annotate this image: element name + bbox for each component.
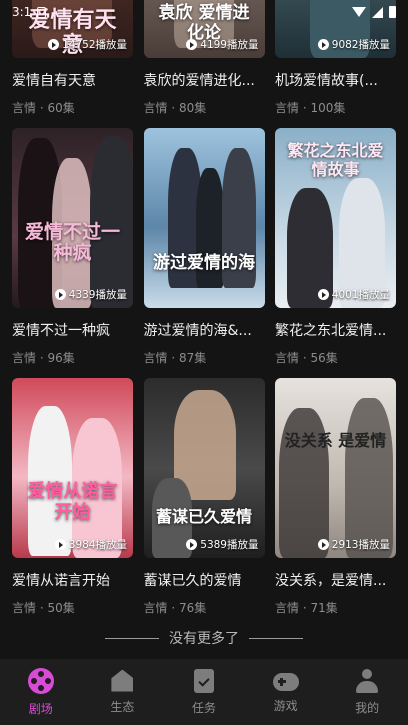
drama-title[interactable]: 机场爱情故事(... [275, 70, 396, 90]
wifi-icon [352, 7, 366, 17]
poster-title: 爱情从诺言开始 [27, 481, 118, 524]
play-count: 9082播放量 [331, 39, 390, 51]
clipboard-check-icon [193, 668, 214, 693]
drama-row: 爱情不过一种疯 4339播放量 爱情不过一种疯 言情 · 96集 游过爱情的海 … [12, 128, 396, 366]
play-icon [186, 39, 198, 50]
drama-title[interactable]: 没关系，是爱情... [275, 570, 396, 590]
divider-line [249, 637, 303, 639]
drama-meta: 言情 · 100集 [275, 101, 346, 115]
play-count-badge: 4199播放量 [186, 37, 259, 52]
drama-title[interactable]: 袁欣的爱情进化... [144, 70, 265, 90]
play-count: 3984播放量 [68, 539, 127, 551]
drama-meta: 言情 · 71集 [275, 601, 338, 615]
play-icon [317, 539, 329, 550]
drama-card[interactable]: 爱情从诺言开始 3984播放量 爱情从诺言开始 言情 · 50集 [12, 378, 133, 616]
drama-title[interactable]: 爱情不过一种疯 [12, 320, 133, 340]
drama-title[interactable]: 繁花之东北爱情... [275, 320, 396, 340]
gamepad-icon [272, 673, 299, 691]
drama-card[interactable]: 爱情不过一种疯 4339播放量 爱情不过一种疯 言情 · 96集 [12, 128, 133, 366]
play-count-badge: 14752播放量 [48, 37, 127, 52]
play-icon [317, 39, 329, 50]
drama-poster[interactable]: 蓄谋已久爱情 5389播放量 [143, 378, 265, 558]
play-icon [186, 539, 198, 550]
tab-mine[interactable]: 我的 [326, 659, 408, 725]
signal-icon [372, 6, 383, 18]
play-icon [317, 289, 329, 300]
divider-line [105, 637, 159, 639]
drama-row: 爱情从诺言开始 3984播放量 爱情从诺言开始 言情 · 50集 蓄谋已久爱情 … [12, 378, 396, 616]
play-icon [54, 289, 66, 300]
tab-label: 生态 [110, 699, 135, 714]
tab-theater[interactable]: 剧场 [0, 659, 82, 725]
poster-title: 爱情不过一种疯 [24, 220, 120, 265]
tab-games[interactable]: 游戏 [245, 659, 327, 725]
poster-title: 蓄谋已久爱情 [155, 506, 252, 526]
play-count: 4339播放量 [68, 289, 127, 301]
tab-tasks[interactable]: 任务 [163, 659, 245, 725]
drama-card[interactable]: 没关系 是爱情 2913播放量 没关系，是爱情... 言情 · 71集 [275, 378, 396, 616]
tab-ecology[interactable]: 生态 [82, 659, 164, 725]
drama-meta: 言情 · 96集 [12, 351, 75, 365]
drama-poster[interactable]: 爱情从诺言开始 3984播放量 [12, 378, 133, 558]
end-of-list: 没有更多了 [0, 628, 408, 648]
poster-title: 繁花之东北爱情故事 [287, 141, 384, 179]
play-count-badge: 3984播放量 [54, 537, 127, 552]
poster-title: 游过爱情的海 [153, 253, 255, 273]
drama-card[interactable]: 游过爱情的海 游过爱情的海&... 言情 · 87集 [143, 128, 265, 366]
tab-label: 任务 [191, 700, 216, 715]
drama-title[interactable]: 游过爱情的海&... [144, 320, 265, 340]
poster-title: 没关系 是爱情 [284, 431, 387, 450]
drama-meta: 言情 · 76集 [143, 601, 207, 615]
play-count-badge: 9082播放量 [317, 37, 390, 52]
play-count-badge: 5389播放量 [186, 537, 259, 552]
status-time: 3:1 [12, 5, 32, 19]
drama-poster[interactable]: 繁花之东北爱情故事 4001播放量 [275, 128, 396, 308]
drama-poster[interactable]: 爱情不过一种疯 4339播放量 [12, 128, 133, 308]
play-icon [54, 539, 66, 550]
play-icon [48, 39, 60, 50]
tab-label: 游戏 [273, 699, 298, 713]
drama-meta: 言情 · 50集 [12, 601, 75, 615]
bottom-tab-bar: 剧场 生态 任务 游戏 我的 [0, 659, 408, 725]
drama-title[interactable]: 爱情自有天意 [12, 70, 133, 90]
tab-label: 剧场 [28, 701, 53, 716]
tab-label: 我的 [355, 700, 380, 715]
drama-title[interactable]: 爱情从诺言开始 [12, 570, 133, 590]
drama-poster[interactable]: 没关系 是爱情 2913播放量 [275, 378, 396, 558]
play-count-badge: 4339播放量 [54, 287, 127, 302]
play-count: 5389播放量 [200, 539, 259, 551]
film-reel-icon [27, 667, 54, 694]
drama-meta: 言情 · 80集 [143, 101, 207, 115]
end-of-list-text: 没有更多了 [169, 631, 239, 647]
person-icon [355, 668, 379, 693]
drama-meta: 言情 · 60集 [12, 101, 75, 115]
notification-icon [37, 6, 47, 18]
drama-card[interactable]: 蓄谋已久爱情 5389播放量 蓄谋已久的爱情 言情 · 76集 [143, 378, 265, 616]
play-count: 14752播放量 [62, 39, 127, 51]
drama-title[interactable]: 蓄谋已久的爱情 [144, 570, 265, 590]
play-count: 4001播放量 [331, 289, 390, 301]
play-count-badge: 4001播放量 [317, 287, 390, 302]
battery-icon [389, 6, 396, 18]
house-icon [111, 669, 134, 692]
status-bar: 3:1 [0, 0, 408, 24]
play-count-badge: 2913播放量 [317, 537, 390, 552]
drama-poster[interactable]: 游过爱情的海 [143, 128, 265, 308]
drama-card[interactable]: 繁花之东北爱情故事 4001播放量 繁花之东北爱情... 言情 · 56集 [275, 128, 396, 366]
play-count: 4199播放量 [200, 39, 259, 51]
drama-meta: 言情 · 56集 [275, 351, 338, 365]
drama-feed[interactable]: 爱情有天意 14752播放量 爱情自有天意 言情 · 60集 袁欣 爱情进化论 … [0, 0, 408, 660]
drama-meta: 言情 · 87集 [143, 351, 207, 365]
play-count: 2913播放量 [331, 539, 390, 551]
